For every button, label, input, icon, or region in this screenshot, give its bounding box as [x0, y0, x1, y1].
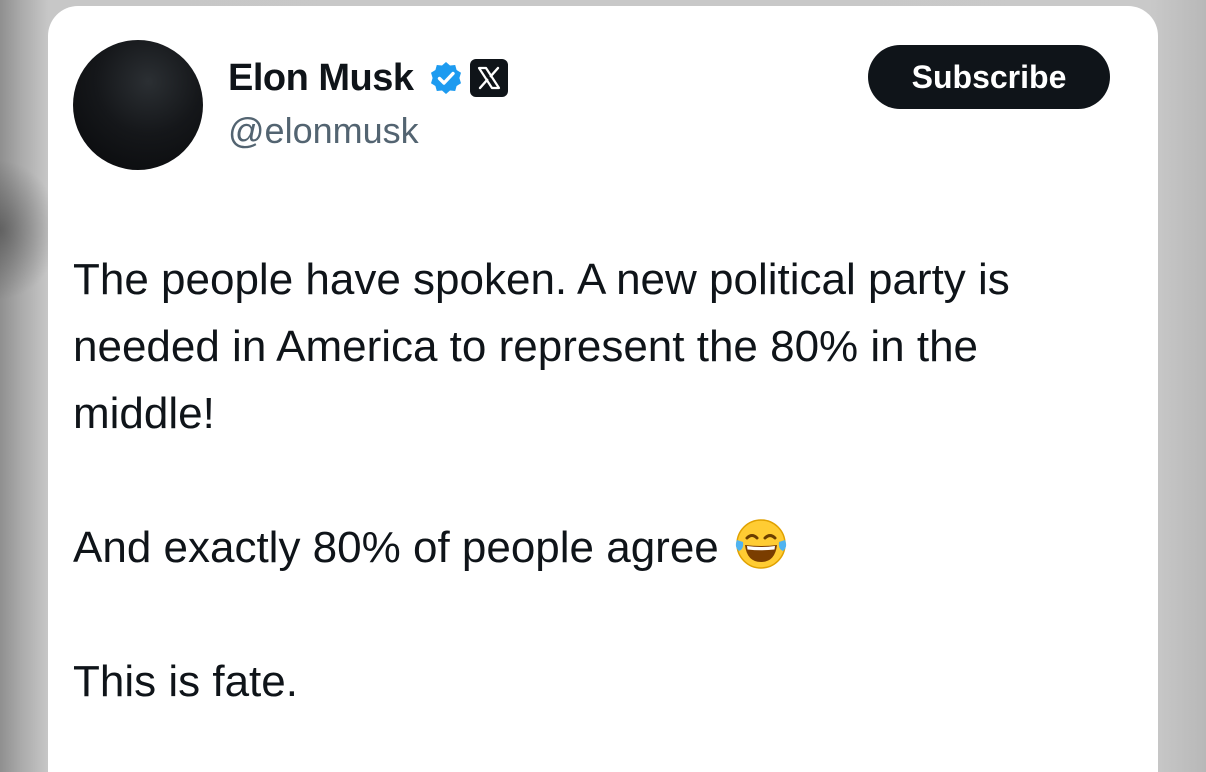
tweet-paragraph: And exactly 80% of people agree — [73, 514, 1113, 581]
tweet-paragraph: This is fate. — [73, 657, 298, 706]
tweet-paragraph: The people have spoken. A new political … — [73, 255, 1010, 438]
user-handle[interactable]: @elonmusk — [228, 110, 508, 152]
author-block: Elon Musk @elonmusk — [228, 52, 508, 152]
avatar[interactable] — [73, 40, 203, 170]
verified-badge-icon[interactable] — [428, 60, 464, 96]
display-name[interactable]: Elon Musk — [228, 57, 414, 100]
x-logo-icon — [469, 59, 508, 97]
tweet-text: The people have spoken. A new political … — [73, 246, 1113, 715]
name-row: Elon Musk — [228, 52, 508, 104]
tweet-paragraph-text: And exactly 80% of people agree — [73, 523, 719, 572]
tweet-card: Elon Musk @elonmusk Subscribe The people… — [48, 6, 1158, 772]
face-with-tears-of-joy-icon — [733, 516, 789, 572]
subscribe-button[interactable]: Subscribe — [868, 45, 1110, 109]
